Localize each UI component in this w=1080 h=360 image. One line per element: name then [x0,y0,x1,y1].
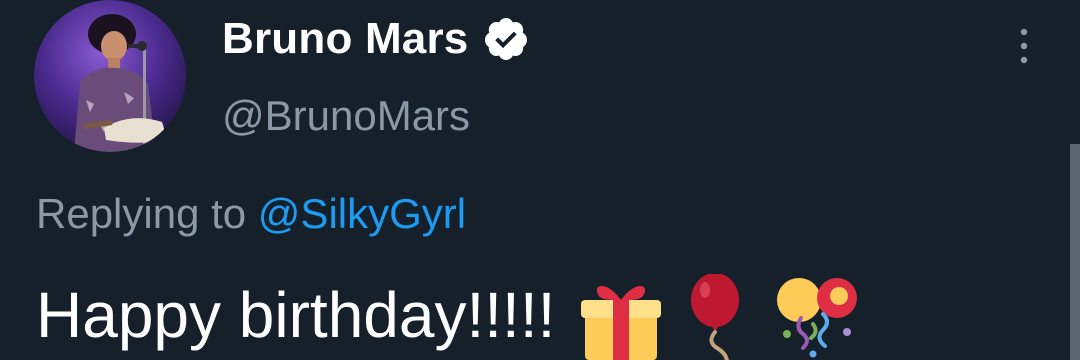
verified-badge-icon [485,18,528,60]
tweet-body: Happy birthday!!!!! [36,270,863,360]
avatar-photo [34,0,186,152]
reply-mention-link[interactable]: @SilkyGyrl [258,190,466,237]
replying-to-line: Replying to @SilkyGyrl [36,190,466,238]
party-popper-emoji [777,278,858,358]
author-handle[interactable]: @BrunoMars [222,92,470,140]
more-options-icon[interactable] [1006,24,1042,68]
scrollbar[interactable] [1070,144,1080,360]
tweet-card: Bruno Mars @BrunoMars Replying to @Silky… [0,0,1080,360]
author-name-row[interactable]: Bruno Mars [222,10,530,68]
tweet-text: Happy birthday!!!!! [36,279,556,351]
avatar[interactable] [34,0,186,152]
gift-emoji [581,286,662,360]
replying-to-label: Replying to [36,190,247,237]
balloon-emoji [691,274,740,360]
author-display-name[interactable]: Bruno Mars [222,14,468,64]
